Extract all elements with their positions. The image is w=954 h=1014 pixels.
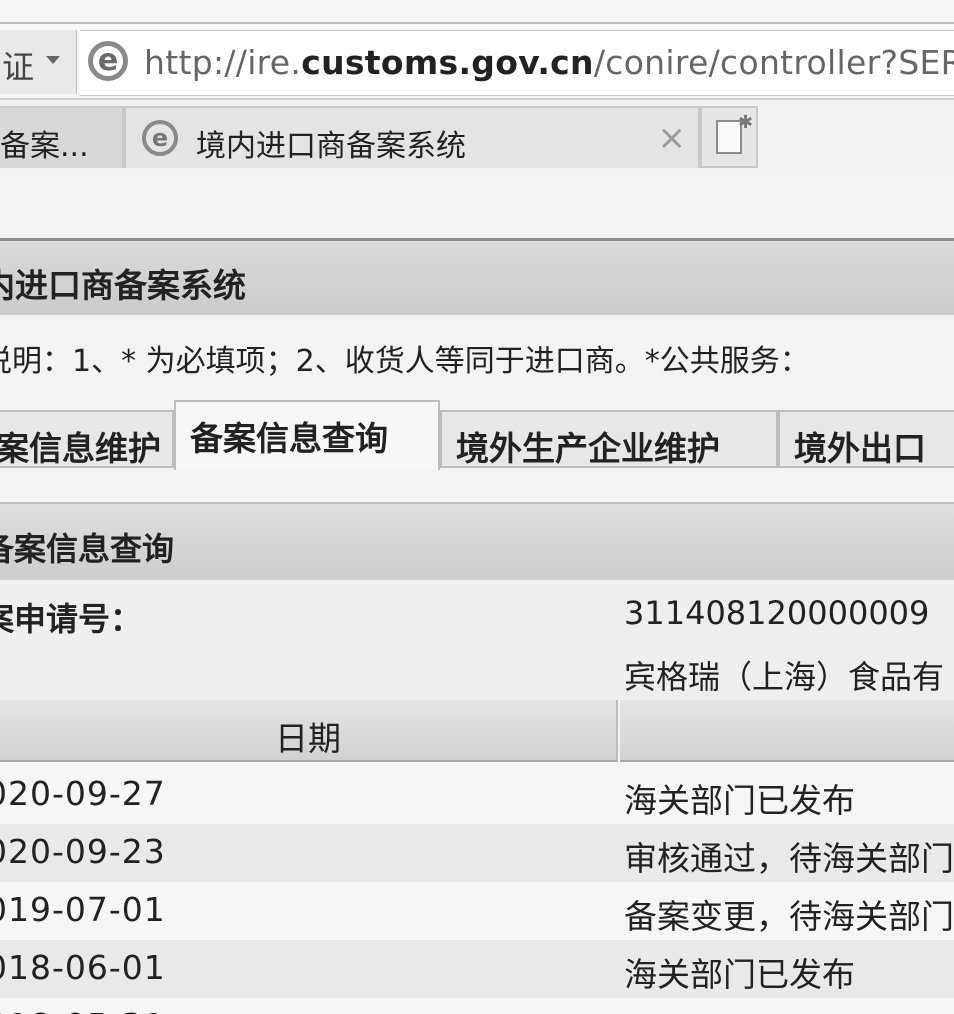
browser-tab-inactive[interactable]: 备案... (0, 106, 124, 168)
ie-tab-icon: e (142, 120, 178, 156)
tab-info-query[interactable]: 备案信息查询 (174, 400, 440, 470)
chevron-down-icon[interactable] (46, 56, 60, 64)
url-prefix: http://ire. (144, 43, 302, 82)
info-row-application-no: 案申请号： 311408120000009 (0, 584, 954, 644)
cell-status: 审核通过，待海关部门 (624, 839, 954, 878)
cell-status: 海关部门已发布 (624, 781, 855, 820)
address-bar: 证 e http://ire.customs.gov.cn/conire/con… (0, 0, 954, 100)
table-row: 2018-05-31 审核通过，待海关部门 (0, 998, 954, 1014)
toolbar-divider (0, 22, 954, 24)
cell-date: 2018-06-01 (0, 948, 166, 987)
new-tab-button[interactable]: ✱ (700, 106, 758, 168)
cell-status: 备案变更，待海关部门 (624, 897, 954, 936)
cell-date: 2019-07-01 (0, 890, 166, 929)
section-header: 备案信息查询 (0, 502, 954, 580)
browser-tab-strip: 备案... e 境内进口商备案系统 × (0, 100, 954, 170)
table-row: 2020-09-27 海关部门已发布 (0, 766, 954, 824)
tab-foreign-exporter[interactable]: 境外出口 (778, 410, 954, 468)
system-title: 内进口商备案系统 (0, 266, 246, 305)
notice-text: 说明：1、* 为必填项；2、收货人等同于进口商。*公共服务： (0, 344, 810, 379)
column-header-label: 日期 (275, 719, 341, 758)
cell-date: 2020-09-27 (0, 774, 166, 813)
table-row: 2018-06-01 海关部门已发布 (0, 940, 954, 998)
tab-info-maintenance[interactable]: 案信息维护 (0, 410, 174, 468)
cell-date: 2018-05-31 (0, 1006, 166, 1014)
section-title: 备案信息查询 (0, 530, 175, 568)
certificate-label: 证 (2, 48, 35, 86)
table-row: 2019-07-01 备案变更，待海关部门 (0, 882, 954, 940)
info-value: 宾格瑞（上海）食品有 (624, 658, 945, 696)
column-header-date: 日期 (0, 700, 618, 762)
url-field[interactable]: e http://ire.customs.gov.cn/conire/contr… (80, 30, 954, 96)
table-header: 日期 (0, 700, 954, 762)
browser-tab-label: 备案... (0, 129, 89, 164)
ie-page-icon: e (88, 41, 128, 81)
browser-tab-label: 境内进口商备案系统 (196, 129, 466, 164)
info-value: 311408120000009 (624, 594, 930, 632)
info-row-company: 宾格瑞（上海）食品有 (0, 642, 954, 702)
sparkle-icon: ✱ (738, 112, 754, 133)
url-text[interactable]: http://ire.customs.gov.cn/conire/control… (144, 43, 954, 82)
cell-status: 审核通过，待海关部门 (624, 1006, 954, 1014)
cell-status: 海关部门已发布 (624, 955, 855, 994)
certificate-button[interactable]: 证 (0, 30, 77, 94)
close-icon[interactable]: × (658, 118, 687, 158)
info-label: 案申请号： (0, 600, 143, 638)
system-title-bar: 内进口商备案系统 (0, 241, 954, 315)
url-domain: customs.gov.cn (301, 43, 594, 82)
page-tabs: 案信息维护 备案信息查询 境外生产企业维护 境外出口 (0, 398, 954, 470)
browser-tab-active[interactable]: e 境内进口商备案系统 × (124, 106, 700, 168)
table-row: 2020-09-23 审核通过，待海关部门 (0, 824, 954, 882)
tab-foreign-producer[interactable]: 境外生产企业维护 (440, 410, 778, 468)
column-header-status (620, 700, 954, 762)
url-path: /conire/controller?SERVI (593, 43, 954, 82)
cell-date: 2020-09-23 (0, 832, 166, 871)
